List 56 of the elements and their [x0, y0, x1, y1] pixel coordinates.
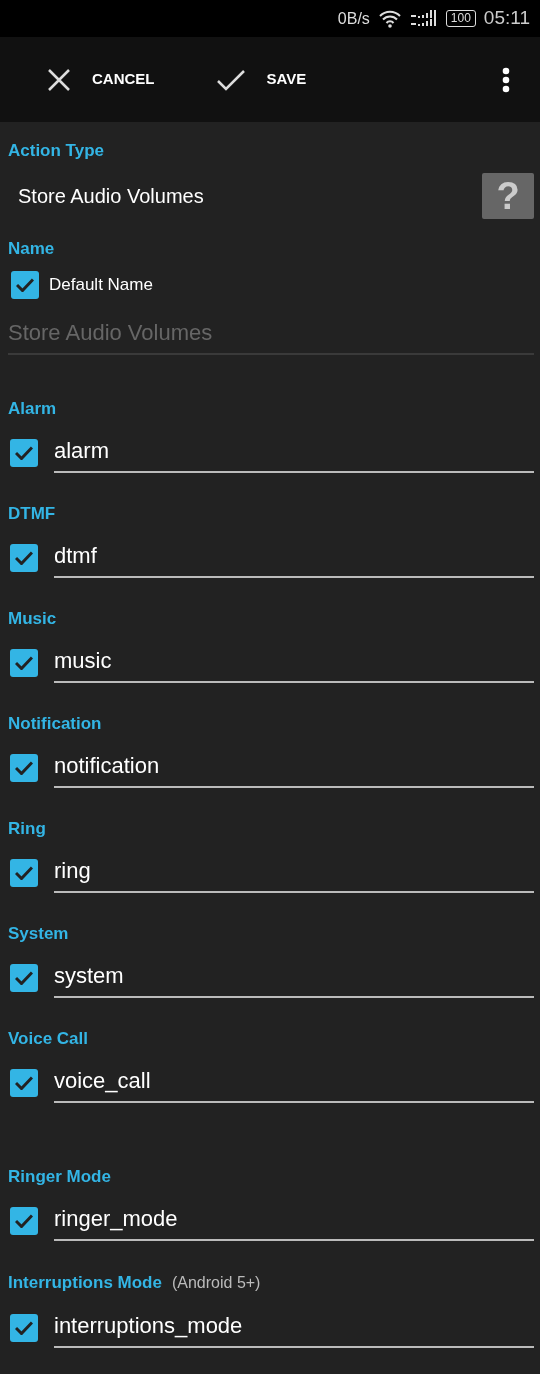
variable-input-field[interactable]: music	[54, 642, 534, 683]
section-label: Ringer Mode	[8, 1166, 111, 1188]
section-label: Interruptions Mode	[8, 1272, 162, 1294]
section-label: Music	[8, 608, 57, 630]
clock: 05:11	[483, 6, 530, 31]
variable-input-field[interactable]: ring	[54, 852, 534, 893]
variable-input-field[interactable]: system	[54, 957, 534, 998]
overflow-menu-icon	[502, 66, 510, 93]
checkbox[interactable]	[10, 858, 38, 887]
checkbox[interactable]	[11, 271, 39, 299]
variable-input-field[interactable]: alarm	[54, 432, 534, 473]
help-button[interactable]: ?	[482, 173, 534, 219]
checkbox[interactable]	[10, 438, 38, 467]
check-icon	[15, 550, 33, 565]
more-menu-button[interactable]	[502, 66, 510, 93]
signal-icon	[409, 8, 438, 29]
save-button[interactable]: SAVE	[216, 68, 307, 91]
variable-input-field[interactable]: notification	[54, 747, 534, 788]
section-label: Ring	[8, 818, 46, 840]
action-type-value: Store Audio Volumes	[18, 184, 204, 209]
checkbox[interactable]	[10, 1206, 38, 1235]
cancel-button[interactable]: CANCEL	[48, 68, 155, 91]
name-input-field[interactable]: Store Audio Volumes	[8, 314, 534, 355]
section-label: Action Type	[8, 140, 106, 162]
check-icon	[15, 445, 33, 460]
check-icon	[15, 1320, 33, 1335]
variable-input-field[interactable]: interruptions_mode	[54, 1307, 534, 1348]
network-speed: 0B/s	[337, 8, 370, 29]
variable-input-field[interactable]: dtmf	[54, 537, 534, 578]
checkbox[interactable]	[10, 753, 38, 782]
checkbox-label: Default Name	[49, 274, 153, 297]
section-label: Alarm	[8, 398, 57, 420]
checkbox[interactable]	[10, 1313, 38, 1342]
check-icon	[15, 970, 33, 985]
check-icon	[216, 68, 245, 91]
check-icon	[15, 655, 33, 670]
section-label: System	[8, 923, 69, 945]
checkbox[interactable]	[10, 1068, 38, 1097]
section-label: DTMF	[8, 503, 56, 525]
close-icon	[48, 68, 70, 91]
checkbox[interactable]	[10, 963, 38, 992]
check-icon	[15, 865, 33, 880]
check-icon	[15, 760, 33, 775]
check-icon	[15, 1213, 33, 1228]
check-icon	[15, 1075, 33, 1090]
check-icon	[16, 278, 34, 292]
variable-input-field[interactable]: voice_call	[54, 1062, 534, 1103]
section-label: Notification	[8, 713, 102, 735]
battery-indicator: 100	[445, 10, 476, 27]
version-note: (Android 5+)	[171, 1273, 261, 1293]
variable-input-field[interactable]: ringer_mode	[54, 1200, 534, 1241]
checkbox[interactable]	[10, 648, 38, 677]
section-label: Name	[8, 238, 56, 260]
checkbox[interactable]	[10, 543, 38, 572]
section-label: Voice Call	[8, 1028, 88, 1050]
wifi-icon	[377, 8, 402, 29]
